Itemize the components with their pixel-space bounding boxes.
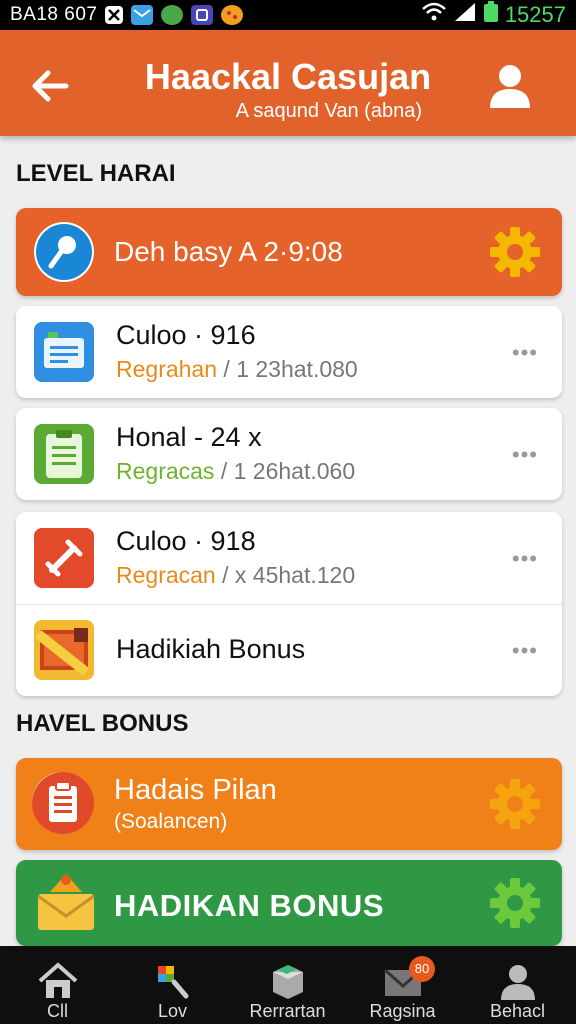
list-item-meta: 1 26hat.060 xyxy=(233,458,356,484)
list-item-title: Culoo · 916 xyxy=(116,320,256,350)
bonus-plan-subtitle: (Soalancen) xyxy=(114,810,228,833)
list-card: Culoo · 918 Regracan / x 45hat.120 ••• H… xyxy=(16,512,562,696)
list-item[interactable]: Honal - 24 x Regracas / 1 26hat.060 ••• xyxy=(16,408,562,500)
list-item-title: Hadikiah Bonus xyxy=(116,634,306,664)
home-icon xyxy=(38,962,78,998)
nav-label: Lov xyxy=(157,1001,188,1021)
nav-label: Rerrartan xyxy=(249,1001,326,1021)
wifi-icon xyxy=(421,1,447,29)
package-icon xyxy=(273,965,303,999)
list-item-subtitle: Regrahan / 1 23hat.080 xyxy=(116,356,358,383)
nav-label: Cll xyxy=(47,1001,68,1021)
list-item-separator: / xyxy=(217,356,237,382)
list-item-separator: / xyxy=(214,458,234,484)
list-item-subtitle: Regracas / 1 26hat.060 xyxy=(116,458,355,485)
search-icon xyxy=(158,966,189,999)
battery-icon xyxy=(483,1,499,29)
more-options-icon[interactable]: ••• xyxy=(512,340,538,366)
list-item-tag: Regracan xyxy=(116,562,216,588)
list-item[interactable]: Culoo · 916 Regrahan / 1 23hat.080 ••• xyxy=(16,306,562,398)
section-heading-level: LEVEL HARAI xyxy=(16,160,176,187)
settings-gear-icon[interactable] xyxy=(488,225,542,279)
message-notification-icon xyxy=(131,5,154,25)
gift-box-icon xyxy=(34,620,94,680)
user-icon xyxy=(501,965,535,1000)
game-notification-icon xyxy=(221,5,244,25)
hadikan-bonus-title: HADIKAN BONUS xyxy=(114,888,384,923)
status-bar: BA18 607 15257 xyxy=(0,0,576,30)
clipboard-icon xyxy=(32,772,94,834)
app-bar: Haackal Casujan A saqund Van (abna) xyxy=(0,30,576,136)
signal-icon xyxy=(453,1,477,29)
app-notification-icon xyxy=(161,5,184,25)
list-item-tag: Regracas xyxy=(116,458,215,484)
section-heading-bonus: HAVEL BONUS xyxy=(16,710,189,737)
settings-gear-icon[interactable] xyxy=(488,777,542,831)
list-item-title: Culoo · 918 xyxy=(116,526,256,556)
clipboard-icon xyxy=(34,424,94,484)
nav-item-messages[interactable]: 80 Ragsina xyxy=(345,946,460,1024)
search-icon xyxy=(34,222,94,282)
hadikan-bonus-banner[interactable]: HADIKAN BONUS xyxy=(16,860,562,946)
bonus-plan-title: Hadais Pilan xyxy=(114,774,277,806)
list-item-meta: x 45hat.120 xyxy=(234,562,356,588)
nav-label: Ragsina xyxy=(369,1001,436,1021)
nav-label: Behacl xyxy=(489,1001,546,1021)
nav-item-home[interactable]: Cll xyxy=(0,946,115,1024)
list-item-tag: Regrahan xyxy=(116,356,218,382)
list-item-subtitle: Regracan / x 45hat.120 xyxy=(116,562,355,589)
bonus-plan-banner[interactable]: Hadais Pilan (Soalancen) xyxy=(16,758,562,850)
close-notification-icon xyxy=(105,6,124,24)
media-notification-icon xyxy=(191,5,214,25)
status-clock: 15257 xyxy=(504,2,566,27)
level-banner-text: Deh basy A 2·9:08 xyxy=(114,236,343,267)
envelope-gift-icon xyxy=(34,870,100,936)
settings-gear-icon[interactable] xyxy=(488,876,542,930)
list-item-meta: 1 23hat.080 xyxy=(236,356,358,382)
user-icon xyxy=(490,65,530,108)
list-card: Honal - 24 x Regracas / 1 26hat.060 ••• xyxy=(16,408,562,500)
status-left-text: BA18 607 xyxy=(10,4,98,25)
more-options-icon[interactable]: ••• xyxy=(512,546,538,572)
bottom-navigation: Cll Lov Rerrartan 80 Ragsina Behacl xyxy=(0,946,576,1024)
level-banner[interactable]: Deh basy A 2·9:08 xyxy=(16,208,562,296)
more-options-icon[interactable]: ••• xyxy=(512,638,538,664)
nav-item-search[interactable]: Lov xyxy=(115,946,230,1024)
tool-icon xyxy=(34,528,94,588)
list-item-separator: / xyxy=(215,562,235,588)
document-icon xyxy=(34,322,94,382)
list-item-title: Honal - 24 x xyxy=(116,422,262,452)
more-options-icon[interactable]: ••• xyxy=(512,442,538,468)
profile-button[interactable] xyxy=(486,62,534,110)
list-item[interactable]: Hadikiah Bonus ••• xyxy=(16,604,562,696)
nav-item-box[interactable]: Rerrartan xyxy=(230,946,345,1024)
page-subtitle: A saqund Van (abna) xyxy=(235,100,422,122)
list-item[interactable]: Culoo · 918 Regracan / x 45hat.120 ••• xyxy=(16,512,562,604)
notification-badge: 80 xyxy=(409,956,435,982)
nav-item-profile[interactable]: Behacl xyxy=(460,946,575,1024)
list-card: Culoo · 916 Regrahan / 1 23hat.080 ••• xyxy=(16,306,562,398)
